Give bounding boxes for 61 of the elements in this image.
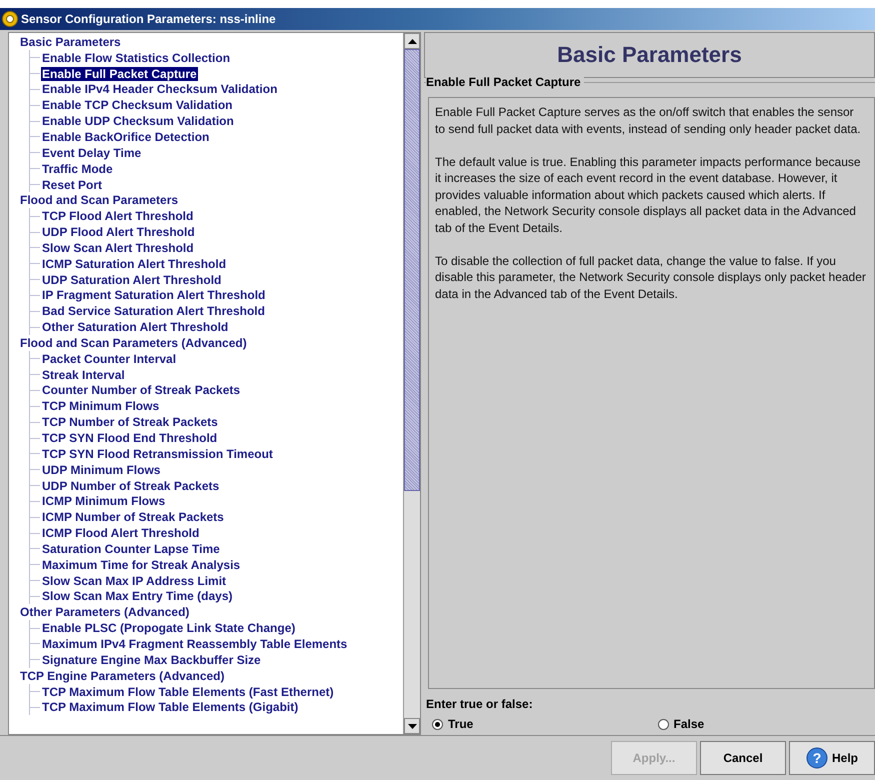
up-arrow-icon	[408, 38, 416, 44]
tree-item[interactable]: Enable UDP Checksum Validation	[41, 114, 235, 128]
radio-option[interactable]: True	[424, 717, 650, 731]
tree-category[interactable]: Other Parameters (Advanced)	[19, 605, 190, 620]
tree-item[interactable]: Enable Full Packet Capture	[41, 66, 198, 81]
app-icon	[2, 11, 18, 27]
tree-item[interactable]: TCP SYN Flood Retransmission Timeout	[41, 446, 274, 461]
tree-item[interactable]: Counter Number of Streak Packets	[41, 383, 242, 398]
tree-item[interactable]: Enable TCP Checksum Validation	[41, 98, 234, 112]
dialog-button[interactable]: Cancel	[700, 741, 786, 775]
tree-item[interactable]: ICMP Saturation Alert Threshold	[41, 256, 228, 271]
tree-item[interactable]: Maximum Time for Streak Analysis	[41, 558, 242, 572]
tree-item[interactable]: Traffic Mode	[41, 162, 114, 176]
tree-item[interactable]: Maximum IPv4 Fragment Reassembly Table Elements	[41, 636, 348, 651]
scroll-up-button[interactable]	[404, 33, 420, 49]
tree-item[interactable]: Enable BackOrifice Detection	[41, 130, 210, 144]
tree-item[interactable]: Enable Flow Statistics Collection	[41, 50, 232, 65]
tree-item[interactable]: TCP Flood Alert Threshold	[41, 209, 194, 224]
help-icon: ?	[806, 747, 828, 769]
scroll-down-button[interactable]	[404, 718, 420, 734]
tree-category[interactable]: Flood and Scan Parameters (Advanced)	[19, 336, 248, 350]
tree-item[interactable]: Packet Counter Interval	[41, 352, 178, 366]
tree-item[interactable]: Other Saturation Alert Threshold	[41, 320, 230, 334]
tree-category[interactable]: Flood and Scan Parameters	[19, 193, 180, 208]
down-arrow-icon	[408, 724, 416, 728]
description-text: To disable the collection of full packet data, change the value to false. If you disable this parameter, the Network Security console displays only packet header data in the Advanced tab of the Event Details.	[435, 252, 866, 302]
tree-item[interactable]: ICMP Minimum Flows	[41, 494, 166, 508]
window-title: Sensor Configuration Parameters: nss-inline	[21, 12, 276, 26]
tree-item[interactable]: Saturation Counter Lapse Time	[41, 542, 221, 556]
tree-category[interactable]: TCP Engine Parameters (Advanced)	[19, 668, 226, 683]
tree-item[interactable]: UDP Minimum Flows	[41, 462, 162, 477]
tree-item[interactable]: Streak Interval	[41, 368, 126, 382]
tree-item[interactable]: Reset Port	[41, 178, 104, 192]
tree-item[interactable]: UDP Number of Streak Packets	[41, 478, 220, 493]
scroll-thumb[interactable]	[404, 49, 420, 491]
scrollbar[interactable]	[403, 33, 420, 734]
tree-item[interactable]: TCP Number of Streak Packets	[41, 415, 219, 430]
tree-item[interactable]: TCP Maximum Flow Table Elements (Gigabit)	[41, 700, 300, 714]
tree-item[interactable]: TCP Minimum Flows	[41, 399, 160, 414]
description-text: Enable Full Packet Capture serves as the on/off switch that enables the sensor to send full packet data with events, instead of sending only header packet data.	[435, 104, 862, 137]
tree-item[interactable]: Event Delay Time	[41, 146, 142, 160]
tree-item[interactable]: Bad Service Saturation Alert Threshold	[41, 304, 266, 318]
prompt-label: Enter true or false:	[425, 697, 534, 713]
tree-item[interactable]: Enable IPv4 Header Checksum Validation	[41, 82, 278, 96]
group-title: Enable Full Packet Capture	[426, 75, 584, 89]
tree-item[interactable]: ICMP Number of Streak Packets	[41, 510, 225, 524]
tree-item[interactable]: TCP SYN Flood End Threshold	[41, 431, 218, 446]
radio-option[interactable]: False	[650, 717, 875, 731]
tree-item[interactable]: IP Fragment Saturation Alert Threshold	[41, 288, 266, 302]
tree-item[interactable]: Slow Scan Alert Threshold	[41, 240, 195, 255]
tree-item[interactable]: Slow Scan Max Entry Time (days)	[41, 589, 234, 604]
tree-item[interactable]: ICMP Flood Alert Threshold	[41, 526, 200, 540]
description-text: The default value is true. Enabling this parameter impacts performance because it increases the size of each event record in the event database. However, it provides valuable information about which packets caused which alerts. If enabled, the Network Security console displays all packet data in the Advanced tab of the Event Details.	[435, 154, 862, 236]
tree-item[interactable]: Signature Engine Max Backbuffer Size	[41, 652, 262, 667]
tree-item[interactable]: UDP Saturation Alert Threshold	[41, 272, 222, 287]
tree-category[interactable]: Basic Parameters	[19, 34, 122, 49]
help-button[interactable]: ? Help	[789, 741, 875, 775]
tree-item[interactable]: TCP Maximum Flow Table Elements (Fast Ethernet)	[41, 684, 335, 699]
tree-item[interactable]: Enable PLSC (Propogate Link State Change)	[41, 621, 296, 636]
tree-item[interactable]: Slow Scan Max IP Address Limit	[41, 574, 228, 588]
tree-item[interactable]: UDP Flood Alert Threshold	[41, 225, 196, 240]
